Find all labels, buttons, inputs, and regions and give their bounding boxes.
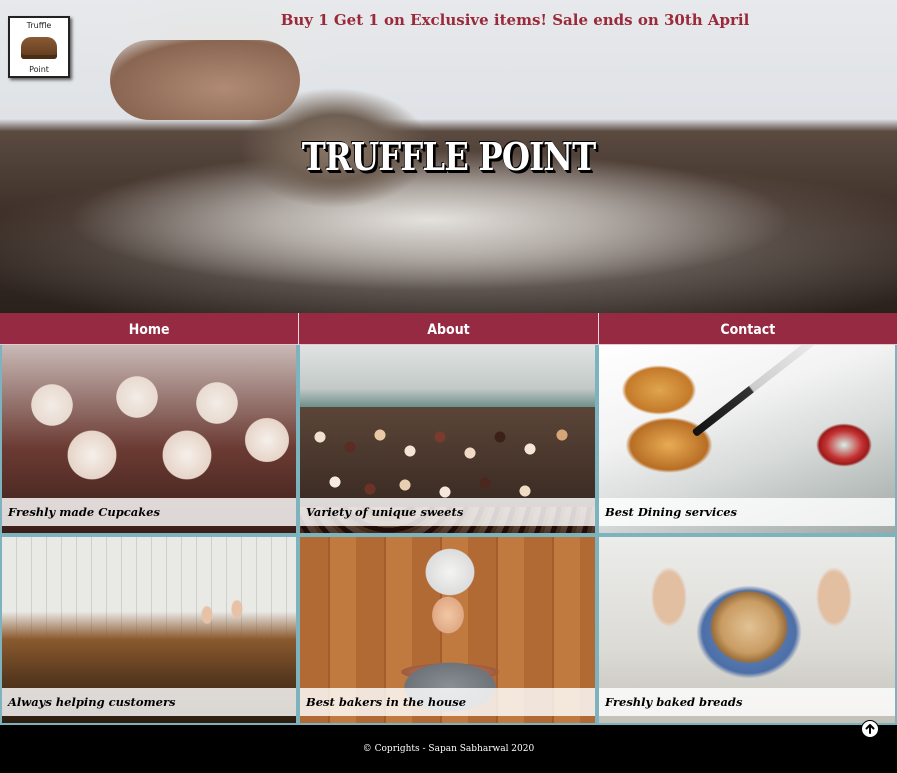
gallery-tile-sweets: Variety of unique sweets	[298, 345, 597, 535]
gallery-caption: Freshly baked breads	[599, 688, 895, 716]
copyright-text: © Coprights - Sapan Sabharwal 2020	[362, 744, 535, 754]
nav-contact[interactable]: Contact	[598, 313, 897, 345]
main-navigation: Home About Contact	[0, 313, 897, 345]
gallery-caption: Always helping customers	[2, 688, 296, 716]
gallery-caption: Best bakers in the house	[300, 688, 595, 716]
gallery-tile-cupcakes: Freshly made Cupcakes	[0, 345, 298, 535]
nav-home[interactable]: Home	[0, 313, 300, 345]
gallery-tile-dining: Best Dining services	[597, 345, 897, 535]
site-footer: © Coprights - Sapan Sabharwal 2020	[0, 725, 897, 773]
gallery-grid: Freshly made Cupcakes Variety of unique …	[0, 345, 897, 725]
gallery-caption: Freshly made Cupcakes	[2, 498, 296, 526]
hero-banner: Truffle Point Buy 1 Get 1 on Exclusive i…	[0, 0, 897, 313]
logo-text-bottom: Point	[29, 65, 49, 74]
page-title: TRUFFLE POINT	[301, 134, 596, 179]
bread-loaf-icon	[21, 36, 57, 59]
gallery-caption: Variety of unique sweets	[300, 498, 595, 526]
gallery-tile-bakers: Best bakers in the house	[298, 535, 597, 725]
gallery-tile-breads: Freshly baked breads	[597, 535, 897, 725]
back-to-top-button[interactable]	[861, 720, 879, 738]
gallery-caption: Best Dining services	[599, 498, 895, 526]
arrow-up-circle-icon	[865, 724, 875, 734]
promo-banner-text: Buy 1 Get 1 on Exclusive items! Sale end…	[280, 11, 750, 29]
gallery-tile-customers: Always helping customers	[0, 535, 298, 725]
nav-about[interactable]: About	[299, 313, 599, 345]
hero-hands-shape	[110, 40, 300, 120]
